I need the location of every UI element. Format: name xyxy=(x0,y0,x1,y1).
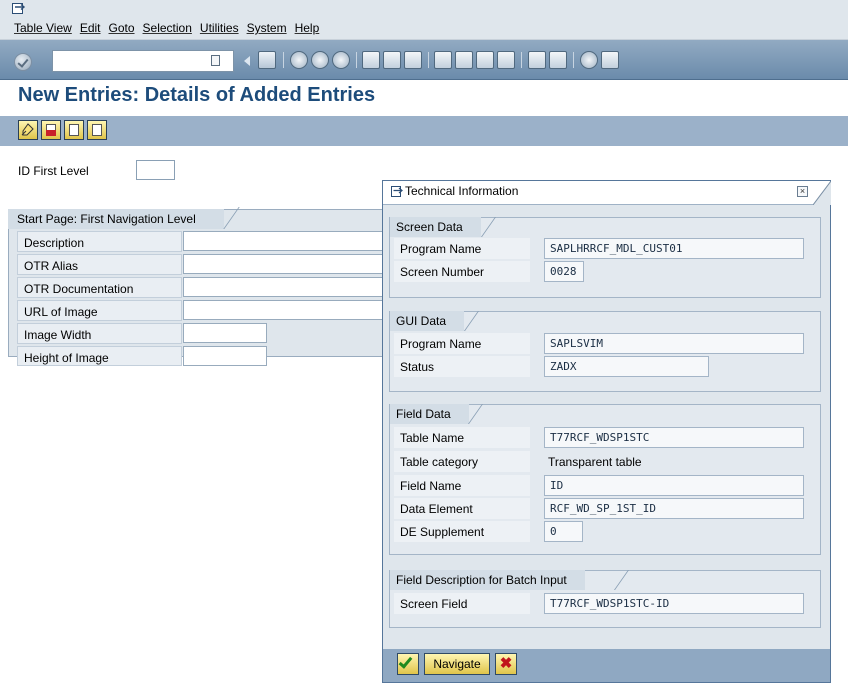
table-category-value: Transparent table xyxy=(548,455,642,469)
new-session-icon[interactable] xyxy=(528,51,546,69)
application-toolbar xyxy=(0,116,848,146)
url-of-image-input[interactable] xyxy=(183,300,383,320)
field-name-label: Field Name xyxy=(394,475,530,496)
customize-layout-icon[interactable] xyxy=(601,51,619,69)
image-width-input[interactable] xyxy=(183,323,267,343)
data-element-field[interactable]: RCF_WD_SP_1ST_ID xyxy=(544,498,804,519)
gui-program-name-field[interactable]: SAPLSVIM xyxy=(544,333,804,354)
first-page-icon[interactable] xyxy=(434,51,452,69)
table-name-label: Table Name xyxy=(394,427,530,448)
dialog-title: Technical Information xyxy=(405,184,519,198)
find-next-icon[interactable] xyxy=(404,51,422,69)
title-bar-corner xyxy=(813,181,831,205)
toolbar-separator xyxy=(283,52,284,68)
collapse-arrow-icon[interactable] xyxy=(242,55,252,67)
cancel-button[interactable]: ✖ xyxy=(495,653,517,675)
toolbar-separator xyxy=(428,52,429,68)
toolbar-separator xyxy=(573,52,574,68)
toolbar-separator xyxy=(521,52,522,68)
menu-system[interactable]: System xyxy=(243,21,291,35)
menu-edit[interactable]: Edit xyxy=(76,21,105,35)
screen-data-title: Screen Data xyxy=(390,217,481,237)
program-name-label: Program Name xyxy=(394,238,530,259)
toolbar-separator xyxy=(356,52,357,68)
menu-selection[interactable]: Selection xyxy=(139,21,196,35)
screen-field-label: Screen Field xyxy=(394,593,530,614)
status-label: Status xyxy=(394,356,530,377)
menu-goto[interactable]: Goto xyxy=(105,21,139,35)
group-title: Start Page: First Navigation Level xyxy=(8,209,224,229)
otr-documentation-input[interactable] xyxy=(183,277,383,297)
print-icon[interactable] xyxy=(362,51,380,69)
program-name-field[interactable]: SAPLHRRCF_MDL_CUST01 xyxy=(544,238,804,259)
window-menu-icon[interactable] xyxy=(12,3,26,15)
save-icon[interactable] xyxy=(258,51,276,69)
display-change-icon[interactable] xyxy=(18,120,38,140)
table-name-field[interactable]: T77RCF_WDSP1STC xyxy=(544,427,804,448)
menu-help[interactable]: Help xyxy=(291,21,324,35)
table-category-label: Table category xyxy=(394,451,530,472)
next-entry-icon[interactable] xyxy=(87,120,107,140)
page-title: New Entries: Details of Added Entries xyxy=(18,84,376,106)
previous-page-icon[interactable] xyxy=(455,51,473,69)
delete-entry-icon[interactable] xyxy=(41,120,61,140)
find-icon[interactable] xyxy=(383,51,401,69)
data-element-label: Data Element xyxy=(394,498,530,519)
close-icon[interactable]: × xyxy=(797,186,808,197)
description-input[interactable] xyxy=(183,231,383,251)
id-first-level-input[interactable] xyxy=(136,160,175,180)
enter-icon[interactable] xyxy=(14,53,32,71)
otr-documentation-label: OTR Documentation xyxy=(17,277,182,298)
command-field[interactable] xyxy=(52,50,234,72)
image-width-label: Image Width xyxy=(17,323,182,344)
command-history-icon[interactable] xyxy=(211,55,220,66)
height-of-image-input[interactable] xyxy=(183,346,267,366)
gui-program-name-label: Program Name xyxy=(394,333,530,354)
screen-number-field[interactable]: 0028 xyxy=(544,261,584,282)
shortcut-icon[interactable] xyxy=(549,51,567,69)
field-name-field[interactable]: ID xyxy=(544,475,804,496)
id-first-level-label: ID First Level xyxy=(18,164,89,178)
otr-alias-input[interactable] xyxy=(183,254,383,274)
de-supplement-label: DE Supplement xyxy=(394,521,530,542)
url-of-image-label: URL of Image xyxy=(17,300,182,321)
status-field[interactable]: ZADX xyxy=(544,356,709,377)
navigate-button[interactable]: Navigate xyxy=(424,653,490,675)
last-page-icon[interactable] xyxy=(497,51,515,69)
exit-icon[interactable] xyxy=(311,51,329,69)
back-icon[interactable] xyxy=(290,51,308,69)
de-supplement-field[interactable]: 0 xyxy=(544,521,583,542)
description-label: Description xyxy=(17,231,182,252)
screen-number-label: Screen Number xyxy=(394,261,530,282)
cancel-icon[interactable] xyxy=(332,51,350,69)
help-icon[interactable] xyxy=(580,51,598,69)
next-page-icon[interactable] xyxy=(476,51,494,69)
height-of-image-label: Height of Image xyxy=(17,346,182,366)
screen-field-field[interactable]: T77RCF_WDSP1STC-ID xyxy=(544,593,804,614)
menu-items: Table View Edit Goto Selection Utilities… xyxy=(10,21,323,35)
batch-input-title: Field Description for Batch Input xyxy=(390,570,585,590)
previous-entry-icon[interactable] xyxy=(64,120,84,140)
otr-alias-label: OTR Alias xyxy=(17,254,182,275)
menu-table-view[interactable]: Table View xyxy=(10,21,76,35)
window-menu-icon[interactable] xyxy=(391,186,403,198)
menu-utilities[interactable]: Utilities xyxy=(196,21,243,35)
